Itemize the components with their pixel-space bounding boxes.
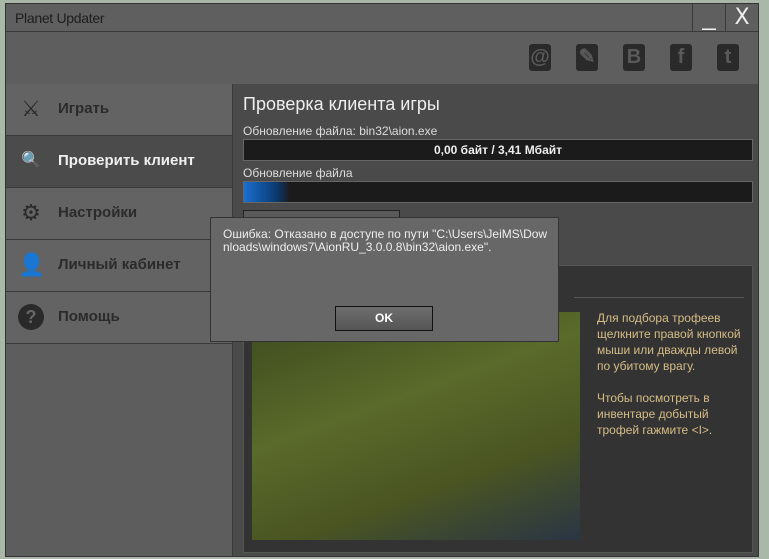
sidebar-item-label: Проверить клиент [58, 152, 195, 169]
swords-icon: ⚔ [21, 96, 41, 121]
sidebar: ⚔ Играть 🔍 Проверить клиент ⚙ Настройки 👤 Ли… [6, 84, 233, 556]
sidebar-item-label: Помощь [58, 308, 120, 325]
progress-fill [244, 182, 290, 202]
news-text: Для подбора трофеев щелкните правой кноп… [597, 310, 752, 438]
circle-logo-icon[interactable]: @ [529, 44, 551, 71]
user-icon: 👤 [18, 252, 46, 277]
divider [574, 297, 744, 298]
ok-button[interactable]: OK [335, 306, 433, 331]
file-progress-bar: 0,00 байт / 3,41 Мбайт [243, 139, 753, 161]
total-progress-bar [243, 181, 753, 203]
minimize-button[interactable]: _ [692, 4, 725, 31]
gears-icon: ⚙ [21, 200, 41, 225]
news-paragraph: Чтобы посмотреть в инвентаре добытый тро… [597, 391, 713, 437]
sidebar-item-help[interactable]: ? Помощь [6, 292, 232, 344]
close-button[interactable]: X [725, 4, 758, 31]
page-title: Проверка клиента игры [243, 94, 440, 114]
sidebar-item-play[interactable]: ⚔ Играть [6, 84, 232, 136]
twitter-icon[interactable]: t [717, 44, 739, 71]
window-title: Planet Updater [15, 10, 105, 26]
title-bar[interactable]: Planet Updater _ X [6, 4, 758, 32]
news-paragraph: Для подбора трофеев щелкните правой кноп… [597, 311, 741, 373]
sidebar-item-account[interactable]: 👤 Личный кабинет [6, 240, 232, 292]
b-icon[interactable]: B [623, 44, 645, 71]
pencil-icon[interactable]: ✎ [576, 44, 598, 71]
help-icon: ? [18, 304, 44, 330]
sidebar-item-check-client[interactable]: 🔍 Проверить клиент [6, 136, 232, 188]
error-message: Ошибка: Отказано в доступе по пути "C:\U… [223, 227, 548, 254]
file-label: Обновление файла: bin32\aion.exe [243, 124, 438, 138]
game-screenshot [252, 312, 580, 540]
error-dialog: Ошибка: Отказано в доступе по пути "C:\U… [210, 217, 559, 342]
file-progress-text: 0,00 байт / 3,41 Мбайт [433, 143, 563, 157]
total-label: Обновление файла [243, 166, 353, 180]
sidebar-item-label: Настройки [58, 204, 138, 221]
monitor-search-icon: 🔍 [21, 152, 41, 169]
sidebar-item-label: Играть [58, 100, 110, 117]
facebook-icon[interactable]: f [670, 44, 692, 71]
sidebar-item-settings[interactable]: ⚙ Настройки [6, 188, 232, 240]
sidebar-item-label: Личный кабинет [58, 256, 181, 273]
